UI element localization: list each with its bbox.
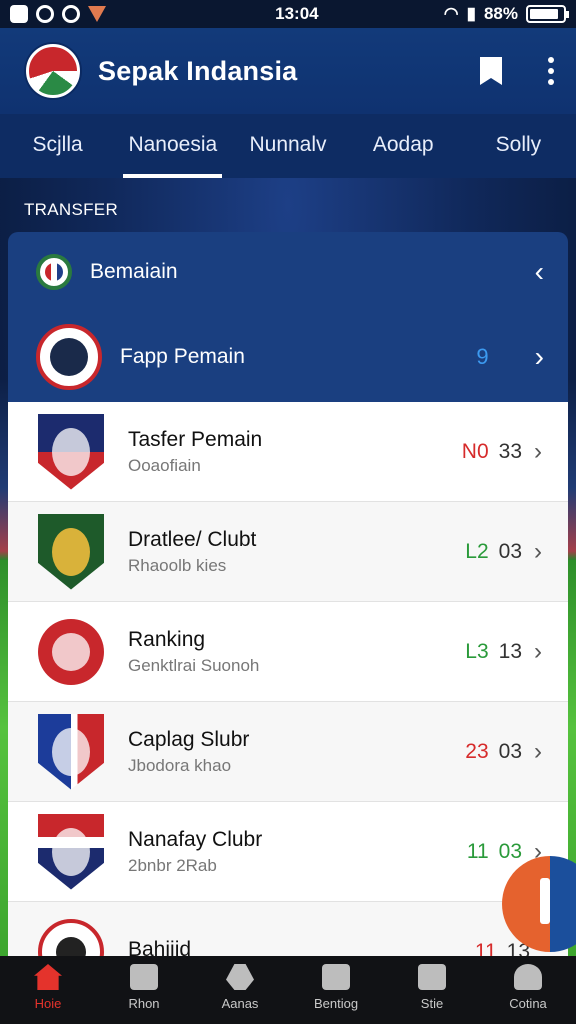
nav-label: Aanas [221,996,259,1011]
bookmark-icon[interactable] [480,57,502,85]
chevron-right-icon: › [534,537,542,565]
list-item-rank: 13 [498,639,522,663]
tab-scjlla[interactable]: Scjlla [0,114,115,178]
chevron-right-icon: › [534,637,542,665]
list-item-subtitle: Jbodora khao [128,755,232,775]
list-item-score: 11 [466,839,489,863]
battery-icon [526,5,569,23]
tab-nanoesia[interactable]: Nanoesia [115,114,230,178]
nav-label: Cotina [509,996,547,1011]
header-row-value: 9 [476,344,489,369]
list-item-title: Tasfer Pemain [128,427,263,451]
list-item-score: N0 [461,439,489,463]
list-item[interactable]: Bahiiid 11 13 [8,902,568,956]
list-item-title: Bahiiid [128,937,192,957]
club-crest-icon [38,918,104,956]
status-time: 13:04 [275,4,319,23]
list-item-score: 11 [474,939,497,957]
list-item[interactable]: Tasfer Pemain Ooaofiain N0 33 › [8,402,568,502]
tab-aodap[interactable]: Aodap [346,114,461,178]
app-title: Sepak Indansia [98,55,298,86]
nav-label: Hoie [34,996,62,1011]
nav-aanas[interactable]: Aanas [192,956,288,1024]
nav-bentiog[interactable]: Bentiog [288,956,384,1024]
header-row-label: Fapp Pemain [120,345,245,368]
messenger-icon [36,5,54,23]
list-item-score: L3 [465,639,489,663]
nav-home[interactable]: Hoie [0,956,96,1024]
building-icon [130,964,158,990]
player-icon [226,964,254,990]
app-bar: Sepak Indansia [0,28,576,114]
chevron-right-icon: › [534,737,542,765]
header-row-label: Bemaiain [90,260,178,283]
chevron-left-icon[interactable]: ‹ [535,258,544,286]
list-item[interactable]: Nanafay Clubr 2bnbr 2Rab 11 03 › [8,802,568,902]
app-notification-icon [88,6,106,22]
signal-icon: ▮ [466,4,476,23]
nav-label: Bentiog [313,996,359,1011]
list-item-rank: 03 [498,839,522,863]
list-item-title: Caplag Slubr [128,727,250,751]
location-icon [62,5,80,23]
club-badge-icon [36,254,72,290]
nav-label: Rhon [128,996,160,1011]
club-list: Tasfer Pemain Ooaofiain N0 33 › Dratlee/… [8,402,568,956]
club-crest-icon [38,618,104,685]
wifi-icon: ◠ [443,4,459,23]
club-crest-icon [38,513,104,590]
nav-stie[interactable]: Stie [384,956,480,1024]
chevron-right-icon: › [534,437,542,465]
list-item-subtitle: Genktlrai Suonoh [128,655,260,675]
nav-rhon[interactable]: Rhon [96,956,192,1024]
status-icons-right: ◠ ▮ 88% [443,4,569,24]
list-item-title: Ranking [128,627,206,651]
battery-percent: 88% [483,4,518,23]
status-bar: 13:04 ◠ ▮ 88% [0,0,576,28]
list-item-rank: 03 [498,739,522,763]
list-item[interactable]: Caplag Slubr Jbodora khao 23 03 › [8,702,568,802]
list-item-title: Nanafay Clubr [128,827,263,851]
profile-icon [514,964,542,990]
header-row-bemaiain[interactable]: Bemaiain ‹ [8,232,568,312]
club-crest-icon [38,413,104,490]
card-header: Bemaiain ‹ Fapp Pemain 9 › [8,232,568,402]
club-badge-icon [36,324,102,390]
list-item-subtitle: Ooaofiain [128,455,201,475]
list-item-score: L2 [465,539,489,563]
list-item[interactable]: Dratlee/ Clubt Rhaoolb kies L2 03 › [8,502,568,602]
stats-icon [418,964,446,990]
home-icon [34,964,62,990]
tab-nunnalv[interactable]: Nunnalv [230,114,345,178]
notification-icon [10,5,28,23]
table-icon [322,964,350,990]
list-item-score: 23 [465,739,489,763]
list-item-title: Dratlee/ Clubt [128,527,257,551]
tab-solly[interactable]: Solly [461,114,576,178]
club-crest-icon [38,713,104,790]
nav-label: Stie [420,996,444,1011]
more-options-icon[interactable] [548,57,554,85]
header-row-fapp-pemain[interactable]: Fapp Pemain 9 › [8,312,568,402]
list-item-subtitle: Rhaoolb kies [128,555,227,575]
nav-cotina[interactable]: Cotina [480,956,576,1024]
list-item[interactable]: Ranking Genktlrai Suonoh L3 13 › [8,602,568,702]
list-item-rank: 03 [498,539,522,563]
club-crest-icon [38,813,104,890]
app-logo [26,44,80,98]
list-item-subtitle: 2bnbr 2Rab [128,855,217,875]
transfer-card: Bemaiain ‹ Fapp Pemain 9 › Tasfer Pemain… [8,232,568,956]
section-label: TRANSFER [24,200,119,219]
list-item-rank: 33 [498,439,522,463]
tab-bar: Scjlla Nanoesia Nunnalv Aodap Solly [0,114,576,178]
chevron-right-icon: › [534,341,544,372]
bottom-navigation: Hoie Rhon Aanas Bentiog Stie Cotina [0,956,576,1024]
